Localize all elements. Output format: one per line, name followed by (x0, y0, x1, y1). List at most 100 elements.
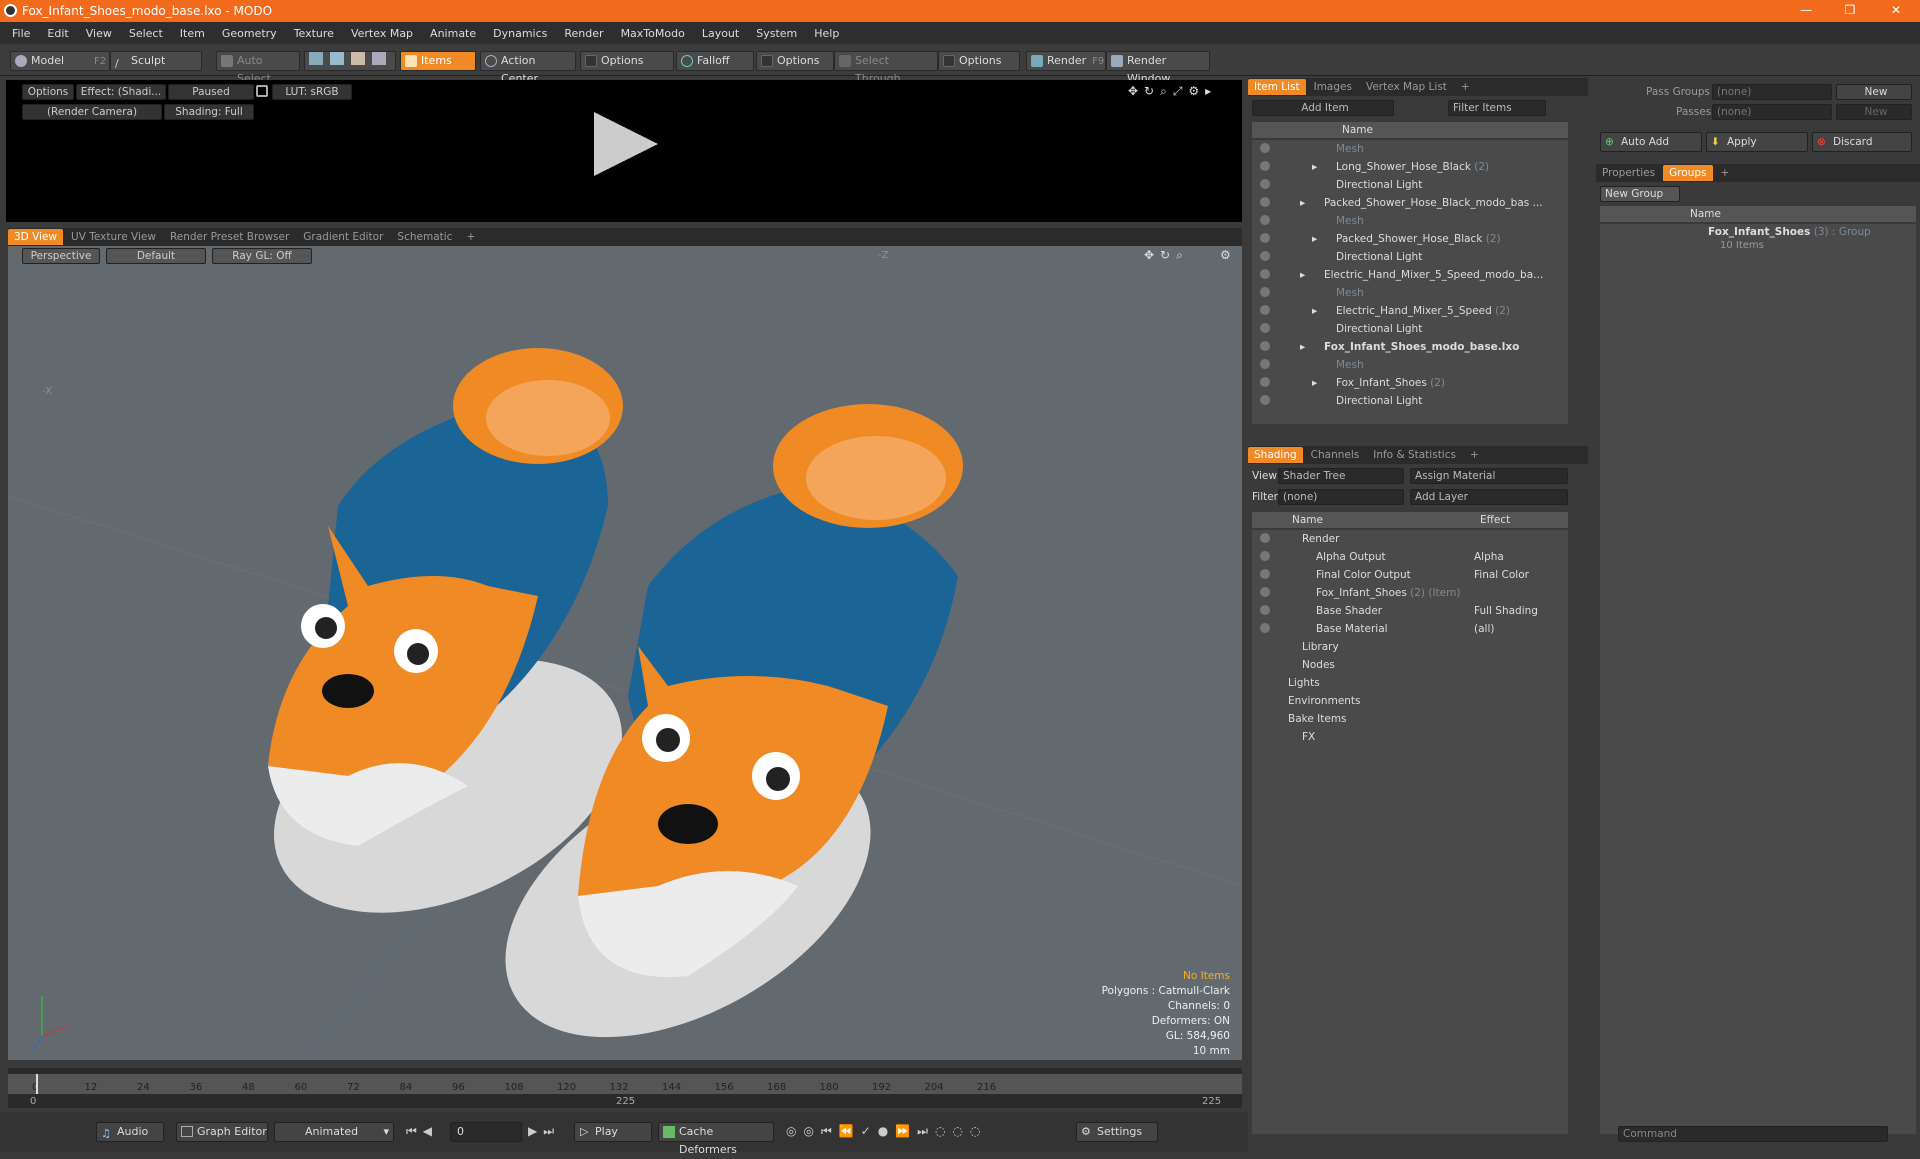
effect-dropdown[interactable]: Effect: (Shadi... (76, 84, 166, 100)
visibility-eye-icon[interactable] (1260, 305, 1270, 315)
item-row[interactable]: ▸ Electric_Hand_Mixer_5_Speed (2) (1252, 302, 1568, 320)
add-layer-dropdown[interactable]: Add Layer (1410, 489, 1568, 505)
tab-item-list[interactable]: Item List (1248, 79, 1306, 95)
expand-arrow-icon[interactable]: ▸ (1300, 269, 1305, 281)
item-row[interactable]: ▸ Electric_Hand_Mixer_5_Speed_modo_ba... (1252, 266, 1568, 284)
tab-gradient-editor[interactable]: Gradient Editor (297, 229, 389, 245)
item-row[interactable]: ▸ Long_Shower_Hose_Black (2) (1252, 158, 1568, 176)
auto-add-button[interactable]: ⊕ Auto Add (1600, 132, 1702, 152)
paused-button[interactable]: Paused (168, 84, 254, 100)
menu-select[interactable]: Select (129, 27, 163, 40)
menu-vertex-map[interactable]: Vertex Map (351, 27, 413, 40)
key-tools-icons[interactable]: ◎◎⏮⏪✓●⏩⏭◌◌◌ (786, 1124, 987, 1139)
items-button[interactable]: Items (400, 51, 476, 71)
polygons-mode-icon[interactable] (351, 52, 365, 65)
visibility-eye-icon[interactable] (1260, 161, 1270, 171)
menu-geometry[interactable]: Geometry (222, 27, 277, 40)
tab-render-preset-browser[interactable]: Render Preset Browser (164, 229, 295, 245)
add-tab-icon[interactable]: + (460, 229, 481, 245)
visibility-eye-icon[interactable] (1260, 179, 1270, 189)
tab-images[interactable]: Images (1308, 79, 1358, 95)
3d-viewport[interactable]: Perspective Default Ray GL: Off -Z -X ✥↻… (8, 246, 1242, 1060)
new-pass-button[interactable]: New (1836, 104, 1912, 120)
options-button-2[interactable]: Options (756, 51, 834, 71)
shader-row[interactable]: Nodes (1252, 656, 1568, 674)
expand-arrow-icon[interactable]: ▸ (1312, 305, 1317, 317)
menu-help[interactable]: Help (814, 27, 839, 40)
visibility-eye-icon[interactable] (1260, 341, 1270, 351)
edges-mode-icon[interactable] (330, 52, 344, 65)
visibility-eye-icon[interactable] (1260, 143, 1270, 153)
visibility-eye-icon[interactable] (1260, 569, 1270, 579)
preview-controls-icons[interactable]: ✥↻⌕⤢⚙▸ (1128, 84, 1217, 99)
visibility-eye-icon[interactable] (1260, 587, 1270, 597)
frame-field[interactable]: 0 (450, 1122, 522, 1142)
shader-row[interactable]: Library (1252, 638, 1568, 656)
assign-material-button[interactable]: Assign Material (1410, 468, 1568, 484)
tab-uv-texture-view[interactable]: UV Texture View (65, 229, 162, 245)
discard-button[interactable]: ⊗ Discard (1812, 132, 1912, 152)
audio-button[interactable]: ♫ Audio (96, 1122, 164, 1142)
shader-row[interactable]: Environments (1252, 692, 1568, 710)
item-row[interactable]: ▸ Fox_Infant_Shoes_modo_base.lxo (1252, 338, 1568, 356)
vertices-mode-icon[interactable] (309, 52, 323, 65)
visibility-eye-icon[interactable] (1260, 197, 1270, 207)
play-preview-icon[interactable] (594, 112, 658, 176)
menu-animate[interactable]: Animate (430, 27, 476, 40)
visibility-eye-icon[interactable] (1260, 269, 1270, 279)
tab-properties[interactable]: Properties (1596, 165, 1661, 181)
apply-button[interactable]: ⬇ Apply (1706, 132, 1808, 152)
action-center-button[interactable]: Action Center (480, 51, 576, 85)
animated-dropdown[interactable]: Animated ▾ (274, 1122, 394, 1142)
expand-arrow-icon[interactable]: ▸ (1300, 341, 1305, 353)
expand-arrow-icon[interactable]: ▸ (1300, 197, 1305, 209)
item-row[interactable]: ▸ Packed_Shower_Hose_Black (2) (1252, 230, 1568, 248)
shader-row[interactable]: Base Material (all) (1252, 620, 1568, 638)
tab-channels[interactable]: Channels (1305, 447, 1366, 463)
menu-item[interactable]: Item (180, 27, 205, 40)
maximize-icon[interactable]: ❐ (1828, 0, 1872, 22)
visibility-eye-icon[interactable] (1260, 551, 1270, 561)
menu-edit[interactable]: Edit (47, 27, 68, 40)
options-button-3[interactable]: Options (938, 51, 1020, 71)
menu-layout[interactable]: Layout (702, 27, 739, 40)
add-tab-icon[interactable]: + (1464, 447, 1485, 463)
item-row[interactable]: Mesh (1252, 140, 1568, 158)
add-tab-icon[interactable]: + (1715, 165, 1736, 181)
effect-value[interactable]: Alpha (1474, 551, 1504, 563)
materials-mode-icon[interactable] (372, 52, 386, 65)
render-window-button[interactable]: Render Window (1106, 51, 1210, 85)
add-tab-icon[interactable]: + (1455, 79, 1476, 95)
timeline[interactable]: 0 12 24 36 48 60 72 84 96 108 120 132 144 156 168 180 19… (8, 1068, 1242, 1108)
effect-value[interactable]: (all) (1474, 623, 1494, 635)
menu-texture[interactable]: Texture (294, 27, 334, 40)
new-pass-group-button[interactable]: New (1836, 84, 1912, 100)
visibility-eye-icon[interactable] (1260, 623, 1270, 633)
new-group-button[interactable]: New Group (1600, 186, 1680, 202)
tab-info-statistics[interactable]: Info & Statistics (1367, 447, 1462, 463)
shader-row[interactable]: Final Color Output Final Color (1252, 566, 1568, 584)
shader-row[interactable]: Base Shader Full Shading (1252, 602, 1568, 620)
checkbox-icon[interactable] (943, 55, 955, 67)
sculpt-button[interactable]: / Sculpt (110, 51, 202, 71)
visibility-eye-icon[interactable] (1260, 605, 1270, 615)
menu-system[interactable]: System (756, 27, 797, 40)
shader-tree-dropdown[interactable]: Shader Tree (1278, 468, 1404, 484)
transport-next-icons[interactable]: ▶⏭ (528, 1124, 560, 1139)
expand-arrow-icon[interactable]: ▸ (1312, 377, 1317, 389)
preview-options-button[interactable]: Options (22, 84, 74, 100)
visibility-eye-icon[interactable] (1260, 377, 1270, 387)
checkbox-icon[interactable] (585, 55, 597, 67)
passes-dropdown[interactable]: (none) (1712, 104, 1832, 120)
item-row[interactable]: Directional Light (1252, 176, 1568, 194)
visibility-eye-icon[interactable] (1260, 233, 1270, 243)
menu-render[interactable]: Render (564, 27, 603, 40)
visibility-eye-icon[interactable] (1260, 215, 1270, 225)
shader-row[interactable]: Alpha Output Alpha (1252, 548, 1568, 566)
checkbox-icon[interactable] (761, 55, 773, 67)
item-row[interactable]: Directional Light (1252, 248, 1568, 266)
tab-shading[interactable]: Shading (1248, 447, 1303, 463)
auto-select-button[interactable]: Auto Select (216, 51, 300, 85)
shader-row[interactable]: Render (1252, 530, 1568, 548)
tab-vertex-map-list[interactable]: Vertex Map List (1360, 79, 1453, 95)
